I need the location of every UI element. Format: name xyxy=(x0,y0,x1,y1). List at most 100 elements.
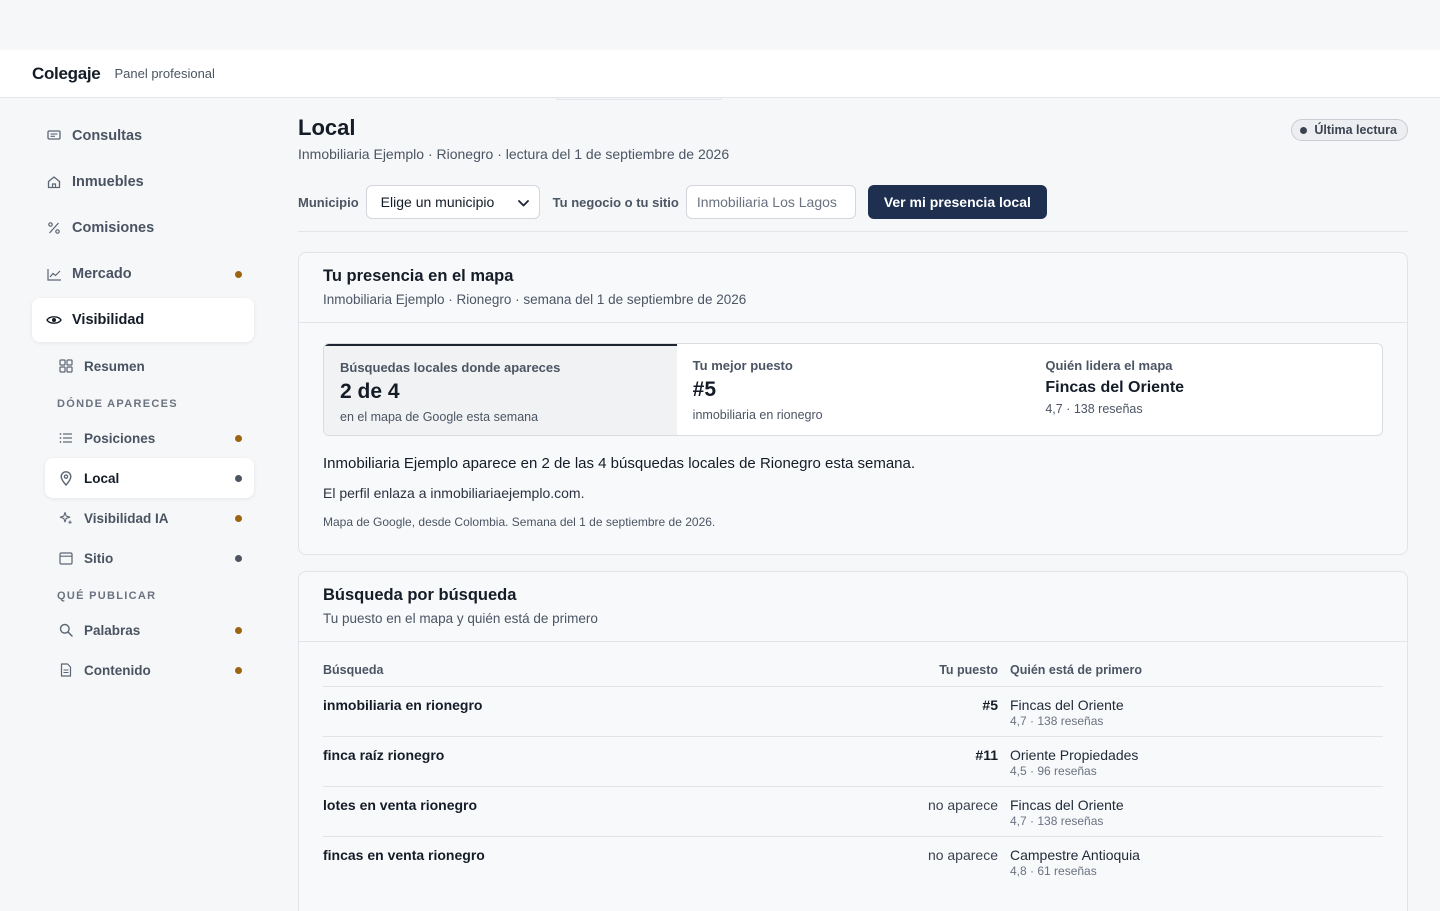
leader-cell: Fincas del Oriente 4,7 · 138 reseñas xyxy=(1010,697,1383,736)
eye-icon xyxy=(46,312,62,328)
brand-subtitle: Panel profesional xyxy=(114,66,215,81)
query-cell: lotes en venta rionegro xyxy=(323,797,478,813)
leader-meta: 4,7 · 138 reseñas xyxy=(1010,814,1104,828)
leader-name: Oriente Propiedades xyxy=(1010,747,1139,763)
stat-note: inmobiliaria en rionegro xyxy=(692,408,823,422)
source-note: Mapa de Google, desde Colombia. Semana d… xyxy=(323,515,716,529)
municipio-label: Municipio xyxy=(298,194,359,210)
searches-card-title: Búsqueda por búsqueda xyxy=(323,586,517,604)
column-header: Quién está de primero xyxy=(1010,663,1142,677)
sidebar-item-mercado[interactable]: Mercado xyxy=(32,252,254,296)
stat-value: Fincas del Oriente xyxy=(1045,379,1185,396)
sidebar-item-resumen[interactable]: Resumen xyxy=(32,346,254,386)
table-row: fincas en venta rionegro no aparece Camp… xyxy=(323,837,1383,887)
chart-line-icon xyxy=(46,266,62,282)
negocio-label: Tu negocio o tu sitio xyxy=(552,194,679,210)
municipio-select[interactable]: Elige un municipio xyxy=(365,185,540,219)
sidebar-item-label: Palabras xyxy=(84,622,141,638)
table-row: finca raíz rionegro #11 Oriente Propieda… xyxy=(323,737,1383,787)
chevron-down-icon xyxy=(517,194,529,210)
search-icon xyxy=(58,622,74,638)
rank-cell: no aparece xyxy=(927,847,998,863)
status-dot xyxy=(235,626,242,634)
stat-mejor-puesto: Tu mejor puesto #5 inmobiliaria en rione… xyxy=(677,344,1030,435)
percent-icon xyxy=(46,220,62,236)
leader-name: Fincas del Oriente xyxy=(1010,697,1124,713)
searches-table: Búsqueda Tu puesto Quién está de primero… xyxy=(323,654,1383,887)
grid-icon xyxy=(58,358,74,374)
sidebar-item-local[interactable]: Local xyxy=(45,458,254,498)
column-header: Búsqueda xyxy=(323,663,384,677)
status-dot xyxy=(235,666,242,674)
status-dot xyxy=(235,554,242,562)
brand-logo[interactable]: Colegaje xyxy=(32,64,101,84)
stat-label: Búsquedas locales donde apareces xyxy=(340,360,561,375)
status-dot xyxy=(235,474,242,482)
stat-note: en el mapa de Google esta semana xyxy=(340,410,539,424)
top-strip xyxy=(0,0,1440,50)
sidebar-item-contenido[interactable]: Contenido xyxy=(32,650,254,690)
browser-icon xyxy=(58,550,74,566)
query-cell: finca raíz rionegro xyxy=(323,747,445,763)
searches-card: Búsqueda por búsqueda Tu puesto en el ma… xyxy=(298,571,1408,911)
stat-lider: Quién lidera el mapa Fincas del Oriente … xyxy=(1029,344,1382,435)
section-label-que-publicar: QUÉ PUBLICAR xyxy=(57,590,157,602)
badge-label: Última lectura xyxy=(1314,123,1397,137)
leader-cell: Oriente Propiedades 4,5 · 96 reseñas xyxy=(1010,747,1383,786)
sidebar-item-label: Visibilidad IA xyxy=(84,510,169,526)
sidebar-item-label: Sitio xyxy=(84,550,114,566)
filter-bar: Municipio Elige un municipio Tu negocio … xyxy=(298,185,1047,219)
stat-label: Tu mejor puesto xyxy=(692,358,793,373)
presence-card-header: Tu presencia en el mapa Inmobiliaria Eje… xyxy=(299,253,1407,323)
profile-link-note: El perfil enlaza a inmobiliariaejemplo.c… xyxy=(323,485,585,501)
stat-note: 4,7 · 138 reseñas xyxy=(1045,402,1143,416)
query-cell: fincas en venta rionegro xyxy=(323,847,485,863)
status-badge: Última lectura xyxy=(1291,119,1408,141)
section-label-donde-apareces: DÓNDE APARECES xyxy=(57,398,178,410)
sidebar-item-label: Visibilidad xyxy=(72,312,145,328)
top-bar: Colegaje Panel profesional xyxy=(0,50,1440,98)
sidebar-item-posiciones[interactable]: Posiciones xyxy=(32,418,254,458)
sparkle-icon xyxy=(58,510,74,526)
presence-summary: Inmobiliaria Ejemplo aparece en 2 de las… xyxy=(323,455,916,472)
leader-name: Fincas del Oriente xyxy=(1010,797,1124,813)
ver-presencia-button[interactable]: Ver mi presencia local xyxy=(867,185,1047,219)
searches-card-subtitle: Tu puesto en el mapa y quién está de pri… xyxy=(323,611,598,626)
sidebar-item-label: Inmuebles xyxy=(72,174,144,190)
negocio-input[interactable]: Inmobiliaria Los Lagos xyxy=(685,185,856,219)
sidebar-item-inmuebles[interactable]: Inmuebles xyxy=(32,160,254,204)
municipio-select-value: Elige un municipio xyxy=(380,194,495,210)
sidebar-item-consultas[interactable]: Consultas xyxy=(32,114,254,158)
negocio-input-placeholder: Inmobiliaria Los Lagos xyxy=(696,194,837,210)
status-dot xyxy=(235,270,242,278)
sidebar-item-visibilidad-ia[interactable]: Visibilidad IA xyxy=(32,498,254,538)
sidebar-item-label: Local xyxy=(84,470,120,486)
leader-cell: Fincas del Oriente 4,7 · 138 reseñas xyxy=(1010,797,1383,836)
sidebar-item-label: Mercado xyxy=(72,266,132,282)
map-pin-icon xyxy=(58,470,74,486)
sidebar-item-label: Resumen xyxy=(84,358,145,374)
leader-meta: 4,5 · 96 reseñas xyxy=(1010,764,1097,778)
sidebar-item-palabras[interactable]: Palabras xyxy=(32,610,254,650)
stat-value: #5 xyxy=(692,378,717,401)
sidebar-item-label: Comisiones xyxy=(72,220,155,236)
column-header: Tu puesto xyxy=(939,663,998,677)
status-dot xyxy=(235,434,242,442)
sidebar-item-visibilidad[interactable]: Visibilidad xyxy=(32,298,254,342)
home-icon xyxy=(46,174,62,190)
status-dot xyxy=(235,514,242,522)
message-icon xyxy=(46,128,62,144)
leader-meta: 4,7 · 138 reseñas xyxy=(1010,714,1104,728)
tab-edge xyxy=(556,98,722,100)
page-subtitle: Inmobiliaria Ejemplo · Rionegro · lectur… xyxy=(298,146,730,162)
main-content: Local Inmobiliaria Ejemplo · Rionegro · … xyxy=(298,98,1408,911)
rank-cell: #11 xyxy=(975,747,998,763)
sidebar-item-comisiones[interactable]: Comisiones xyxy=(32,206,254,250)
sidebar-item-sitio[interactable]: Sitio xyxy=(32,538,254,578)
table-header: Búsqueda Tu puesto Quién está de primero xyxy=(323,654,1383,687)
rank-cell: #5 xyxy=(982,697,998,713)
stat-label: Quién lidera el mapa xyxy=(1045,358,1173,373)
leader-name: Campestre Antioquia xyxy=(1010,847,1140,863)
document-icon xyxy=(58,662,74,678)
badge-dot-icon xyxy=(1300,126,1308,134)
